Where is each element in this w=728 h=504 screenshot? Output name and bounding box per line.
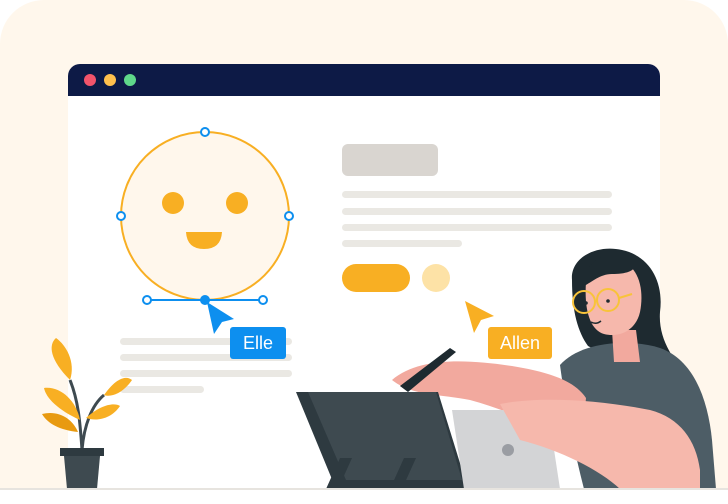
illustration-scene: Elle Allen <box>0 0 728 504</box>
potted-plant <box>42 338 132 489</box>
elle-cursor-label: Elle <box>230 327 286 359</box>
illustration-artwork <box>0 127 728 490</box>
drawing-tablet <box>296 392 468 489</box>
allen-cursor-label: Allen <box>488 327 552 359</box>
woman-neck <box>612 330 640 362</box>
smiley-face-shape[interactable] <box>120 131 290 301</box>
